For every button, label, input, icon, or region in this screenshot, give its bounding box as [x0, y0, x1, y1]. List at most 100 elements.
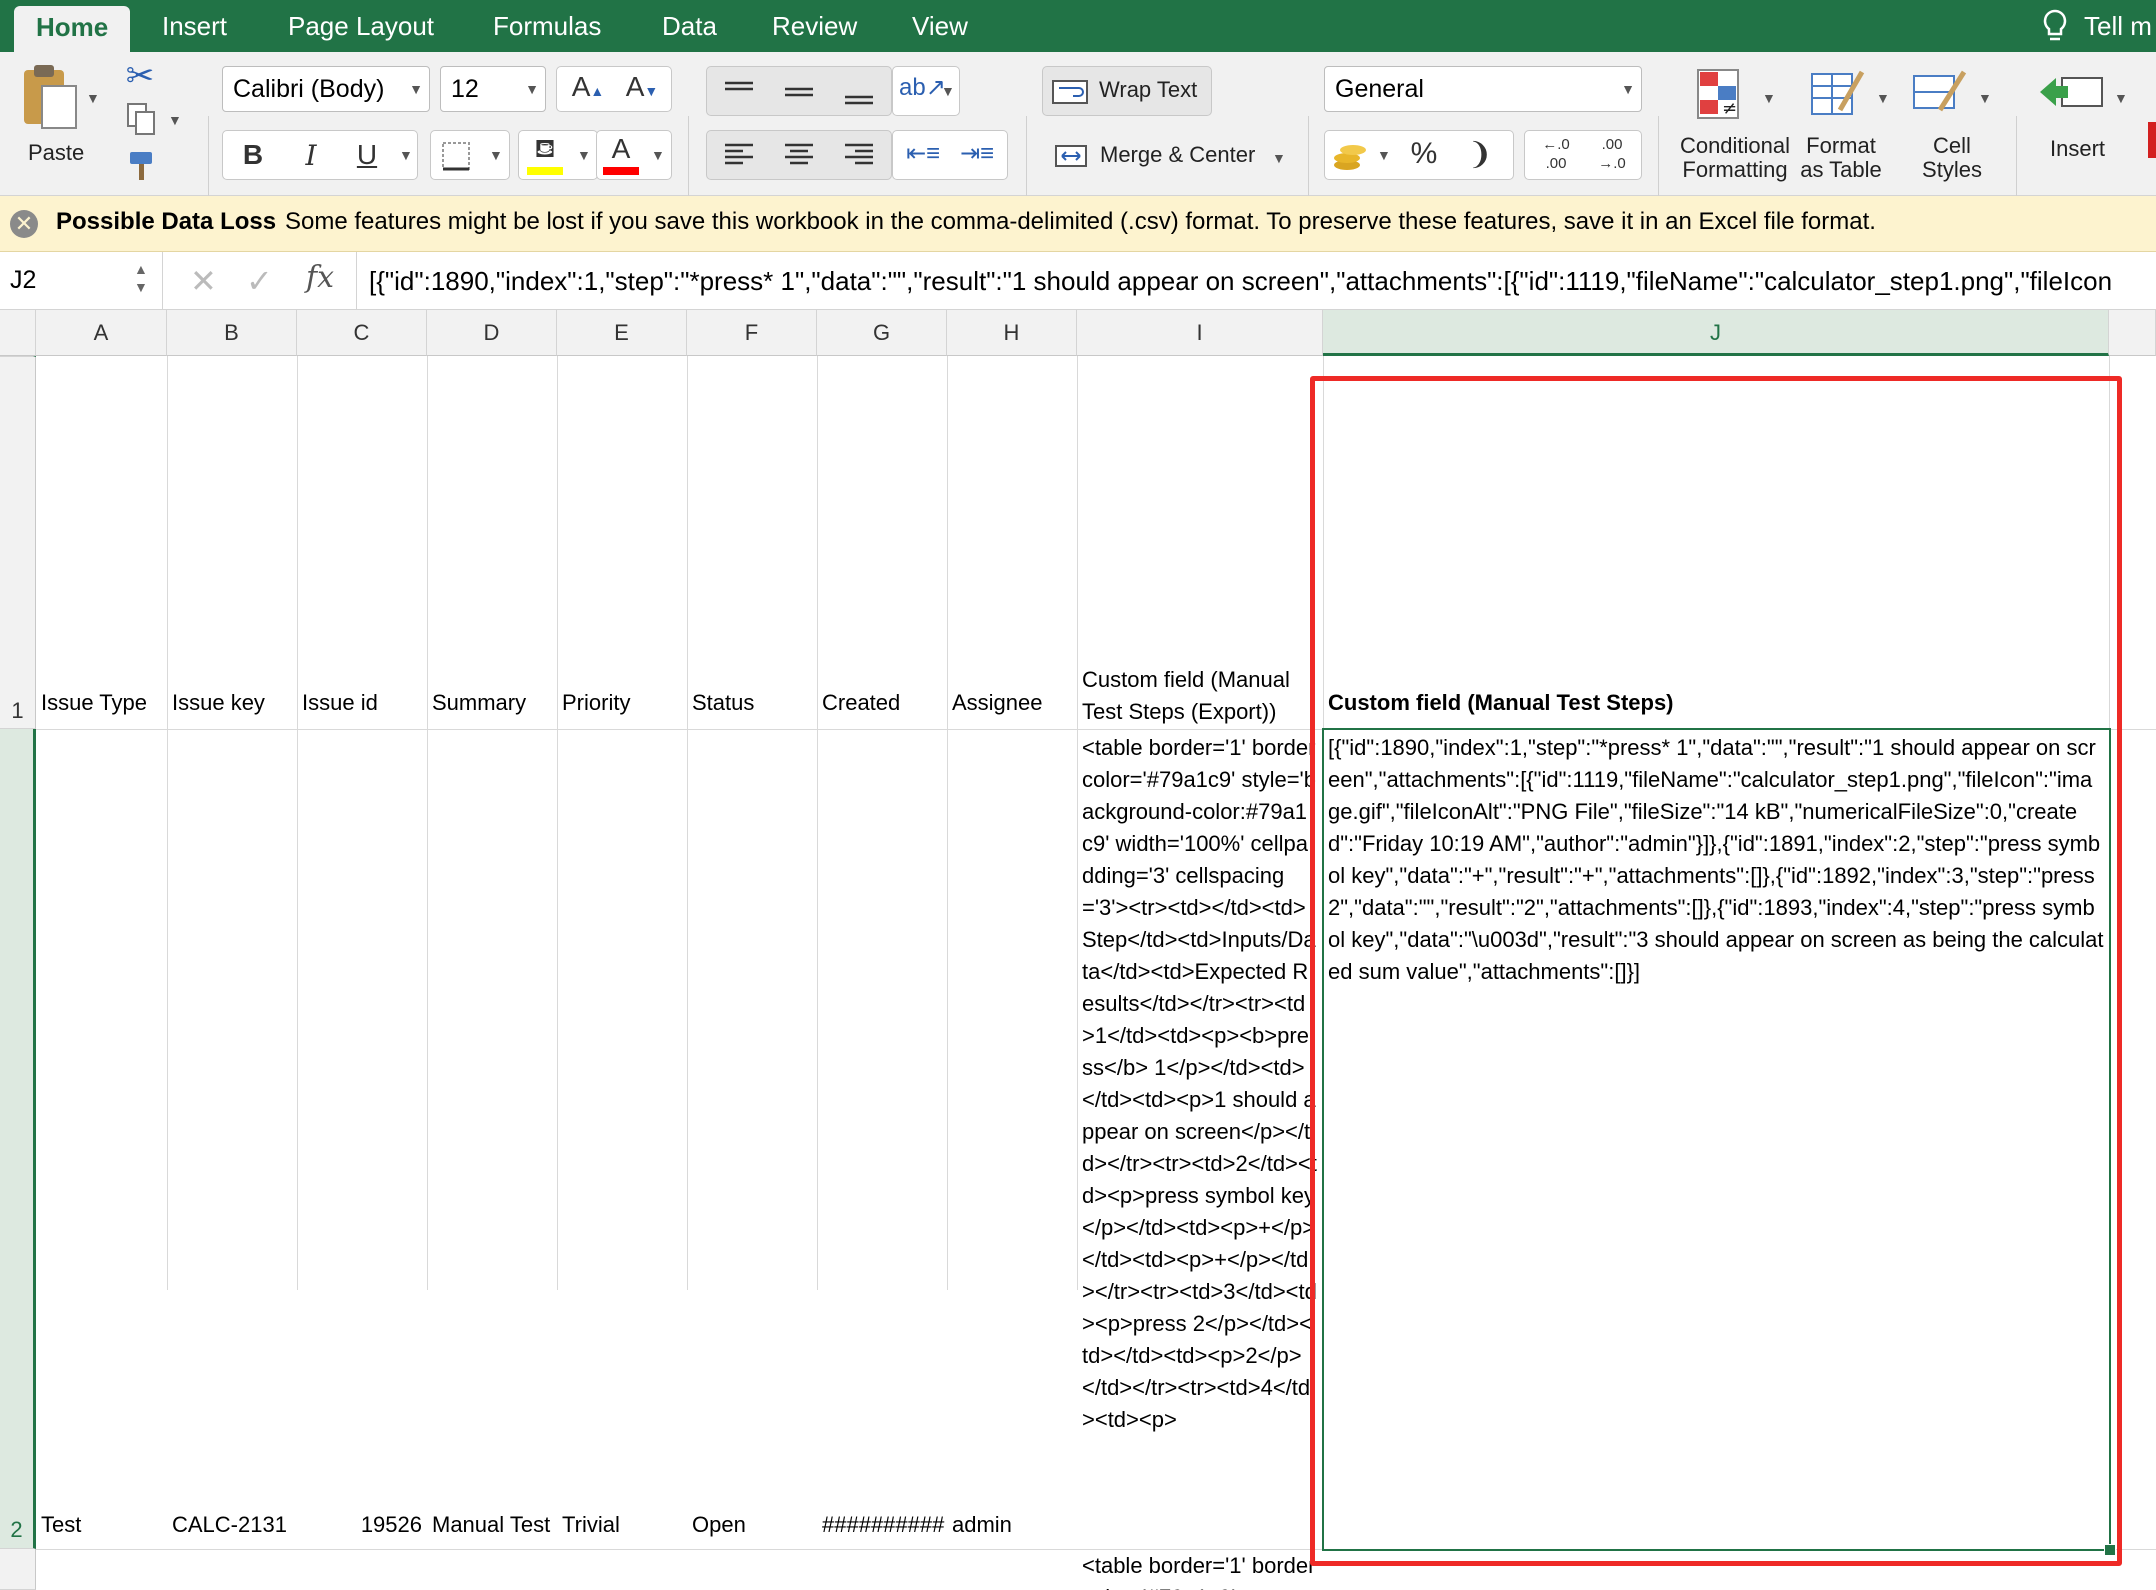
- format-as-table-icon[interactable]: [1808, 66, 1868, 124]
- italic-button[interactable]: I: [289, 139, 333, 172]
- lightbulb-icon[interactable]: [2040, 8, 2070, 46]
- tab-formulas[interactable]: Formulas: [493, 0, 601, 52]
- row-header-3[interactable]: [0, 1549, 36, 1590]
- align-bottom-icon[interactable]: [841, 77, 877, 107]
- column-header-b[interactable]: B: [167, 310, 297, 356]
- align-top-icon[interactable]: [721, 77, 757, 107]
- align-right-icon[interactable]: [841, 139, 877, 171]
- tab-review[interactable]: Review: [772, 0, 857, 52]
- conditional-formatting-icon[interactable]: ≠: [1694, 66, 1750, 124]
- increase-decimal-icon[interactable]: ←.0 .00: [1529, 135, 1583, 173]
- currency-coins-icon[interactable]: [1331, 139, 1371, 173]
- cell-e1[interactable]: Priority: [557, 690, 687, 726]
- tab-page-layout[interactable]: Page Layout: [288, 0, 434, 52]
- cell-a1[interactable]: Issue Type: [36, 690, 167, 726]
- name-box-stepper-icon[interactable]: ▲ ▼: [134, 260, 148, 296]
- column-header-j[interactable]: J: [1323, 310, 2109, 356]
- formula-input[interactable]: [{"id":1890,"index":1,"step":"*press* 1"…: [356, 252, 2156, 310]
- cut-scissors-icon[interactable]: ✂: [120, 56, 160, 96]
- fill-color-button[interactable]: ⛾ ▼: [518, 130, 598, 180]
- chevron-down-icon[interactable]: ▼: [399, 147, 413, 163]
- cell-g1[interactable]: Created: [817, 690, 947, 726]
- align-left-icon[interactable]: [721, 139, 757, 171]
- name-box[interactable]: J2 ▲ ▼: [0, 252, 163, 310]
- column-header-c[interactable]: C: [297, 310, 427, 356]
- font-size-select[interactable]: 12 ▼: [440, 66, 546, 112]
- cancel-x-icon[interactable]: ✕: [190, 262, 217, 300]
- cell-i3[interactable]: <table border='1' bordercolor='#79a1c9': [1077, 1550, 1323, 1590]
- percent-style-button[interactable]: %: [1399, 137, 1449, 171]
- cell-styles-label[interactable]: Cell Styles: [1904, 134, 2000, 182]
- delete-cells-icon[interactable]: [2148, 122, 2156, 158]
- paste-dropdown-icon[interactable]: ▼: [86, 90, 100, 106]
- format-as-table-label[interactable]: Format as Table: [1796, 134, 1886, 182]
- row-header-2[interactable]: 2: [0, 729, 36, 1549]
- paste-label[interactable]: Paste: [28, 140, 84, 166]
- cell-c2[interactable]: 19526: [297, 1512, 427, 1548]
- bold-button[interactable]: B: [231, 139, 275, 171]
- insert-cells-icon[interactable]: [2036, 70, 2106, 114]
- tell-me-search[interactable]: Tell m: [2084, 0, 2152, 52]
- cell-b1[interactable]: Issue key: [167, 690, 297, 726]
- tab-insert[interactable]: Insert: [162, 0, 227, 52]
- cell-g2[interactable]: ##########: [817, 1512, 947, 1548]
- cell-f1[interactable]: Status: [687, 690, 817, 726]
- cell-b2[interactable]: CALC-2131: [167, 1512, 297, 1548]
- insert-cells-label[interactable]: Insert: [2050, 136, 2105, 162]
- cell-h1[interactable]: Assignee: [947, 690, 1077, 726]
- column-header-d[interactable]: D: [427, 310, 557, 356]
- row-header-1[interactable]: 1: [0, 356, 36, 729]
- worksheet-grid[interactable]: A B C D E F G H I J 1 2 Issue Type Issue…: [0, 310, 2156, 1590]
- format-painter-icon[interactable]: [124, 148, 160, 184]
- cell-c1[interactable]: Issue id: [297, 690, 427, 726]
- borders-button[interactable]: ▼: [430, 130, 510, 180]
- cell-a2[interactable]: Test: [36, 1512, 167, 1548]
- paste-clipboard-icon[interactable]: [20, 62, 80, 134]
- align-middle-icon[interactable]: [781, 77, 817, 107]
- tab-data[interactable]: Data: [662, 0, 717, 52]
- close-warning-icon[interactable]: ✕: [10, 210, 38, 238]
- chevron-down-icon[interactable]: ▼: [1876, 90, 1890, 106]
- comma-style-button[interactable]: ❩: [1455, 137, 1505, 172]
- orientation-button[interactable]: ab↗ ▼: [892, 66, 960, 116]
- font-color-button[interactable]: A ▼: [596, 130, 672, 180]
- cell-i2[interactable]: <table border='1' bordercolor='#79a1c9' …: [1077, 732, 1323, 1547]
- decrease-decimal-icon[interactable]: .00 →.0: [1585, 135, 1639, 173]
- number-format-select[interactable]: General ▼: [1324, 66, 1642, 112]
- copy-icon[interactable]: [124, 102, 158, 136]
- column-header-f[interactable]: F: [687, 310, 817, 356]
- copy-dropdown-icon[interactable]: ▼: [168, 112, 182, 128]
- cell-e2[interactable]: Trivial: [557, 1512, 687, 1548]
- align-center-icon[interactable]: [781, 139, 817, 171]
- decrease-indent-icon[interactable]: ⇤≡: [897, 139, 949, 168]
- font-name-select[interactable]: Calibri (Body) ▼: [222, 66, 430, 112]
- chevron-down-icon[interactable]: ▼: [1978, 90, 1992, 106]
- chevron-down-icon[interactable]: ▼: [2114, 90, 2128, 106]
- enter-checkmark-icon[interactable]: ✓: [246, 262, 273, 300]
- column-header-a[interactable]: A: [36, 310, 167, 356]
- chevron-down-icon[interactable]: ▼: [1762, 90, 1776, 106]
- cell-i1[interactable]: Custom field (Manual Test Steps (Export)…: [1077, 356, 1323, 729]
- column-header-h[interactable]: H: [947, 310, 1077, 356]
- column-header-k[interactable]: [2109, 310, 2156, 356]
- select-all-corner[interactable]: [0, 310, 36, 356]
- chevron-down-icon[interactable]: ▼: [1377, 147, 1391, 163]
- tab-home[interactable]: Home: [14, 6, 131, 52]
- insert-function-fx-icon[interactable]: fx: [306, 260, 334, 295]
- merge-center-button[interactable]: Merge & Center ▼: [1042, 130, 1292, 180]
- decrease-font-size-icon[interactable]: A▼: [615, 71, 669, 103]
- cell-d2[interactable]: Manual Test: [427, 1512, 557, 1548]
- underline-button[interactable]: U: [345, 139, 389, 171]
- increase-indent-icon[interactable]: ⇥≡: [951, 139, 1003, 168]
- column-header-i[interactable]: I: [1077, 310, 1323, 356]
- cell-f2[interactable]: Open: [687, 1512, 817, 1548]
- tab-view[interactable]: View: [912, 0, 968, 52]
- column-header-e[interactable]: E: [557, 310, 687, 356]
- cell-d1[interactable]: Summary: [427, 690, 557, 726]
- column-header-g[interactable]: G: [817, 310, 947, 356]
- cell-h2[interactable]: admin: [947, 1512, 1077, 1548]
- cell-styles-icon[interactable]: [1910, 66, 1970, 124]
- wrap-text-button[interactable]: Wrap Text: [1042, 66, 1212, 116]
- increase-font-size-icon[interactable]: A▲: [561, 71, 615, 103]
- conditional-formatting-label[interactable]: Conditional Formatting: [1678, 134, 1792, 182]
